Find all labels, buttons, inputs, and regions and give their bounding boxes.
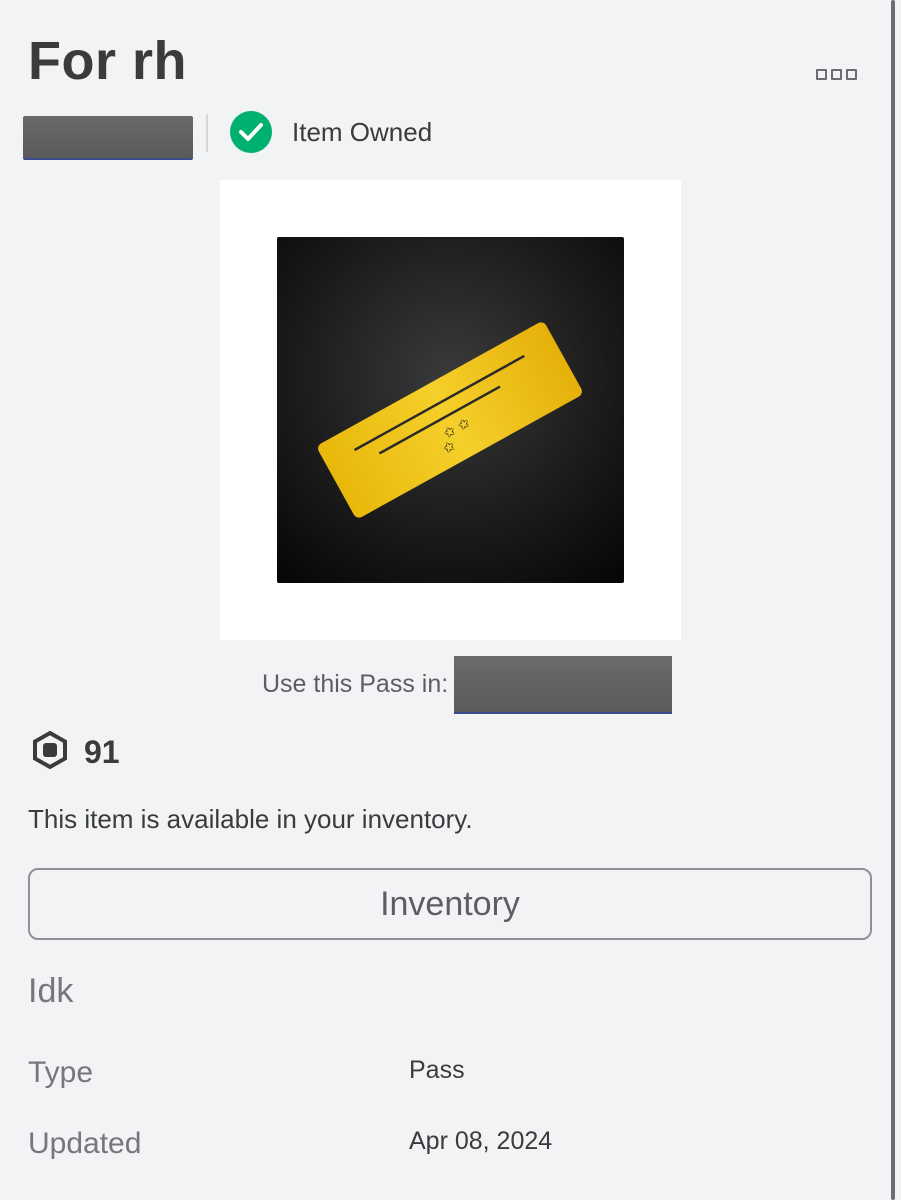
detail-label-updated: Updated xyxy=(28,1127,142,1160)
detail-value-updated: Apr 08, 2024 xyxy=(409,1127,553,1155)
robux-icon xyxy=(30,730,70,775)
experience-link-redacted[interactable] xyxy=(454,656,673,712)
detail-value-type: Pass xyxy=(409,1056,465,1084)
price-value: 91 xyxy=(84,733,120,770)
thumbnail-frame: ✩ ✩ ✩ xyxy=(220,180,681,640)
divider xyxy=(206,114,208,152)
detail-label-type: Type xyxy=(28,1056,94,1089)
use-pass-in-row: Use this Pass in: xyxy=(262,656,673,712)
page-title: For rh xyxy=(28,31,187,91)
price: 91 xyxy=(30,730,120,774)
checkmark-circle-icon xyxy=(230,111,272,153)
item-description: Idk xyxy=(28,972,74,1010)
creator-name-redacted[interactable] xyxy=(23,116,193,158)
use-pass-in-label: Use this Pass in: xyxy=(262,669,449,698)
more-options-button[interactable] xyxy=(816,64,860,84)
scrollbar[interactable] xyxy=(891,0,895,1200)
gold-ticket-pass-image: ✩ ✩ ✩ xyxy=(277,237,624,583)
more-options-icon xyxy=(816,68,857,80)
ownership-status: Item Owned xyxy=(230,110,432,154)
availability-text: This item is available in your inventory… xyxy=(28,804,473,834)
ownership-status-label: Item Owned xyxy=(292,116,433,147)
inventory-button[interactable]: Inventory xyxy=(28,868,872,940)
